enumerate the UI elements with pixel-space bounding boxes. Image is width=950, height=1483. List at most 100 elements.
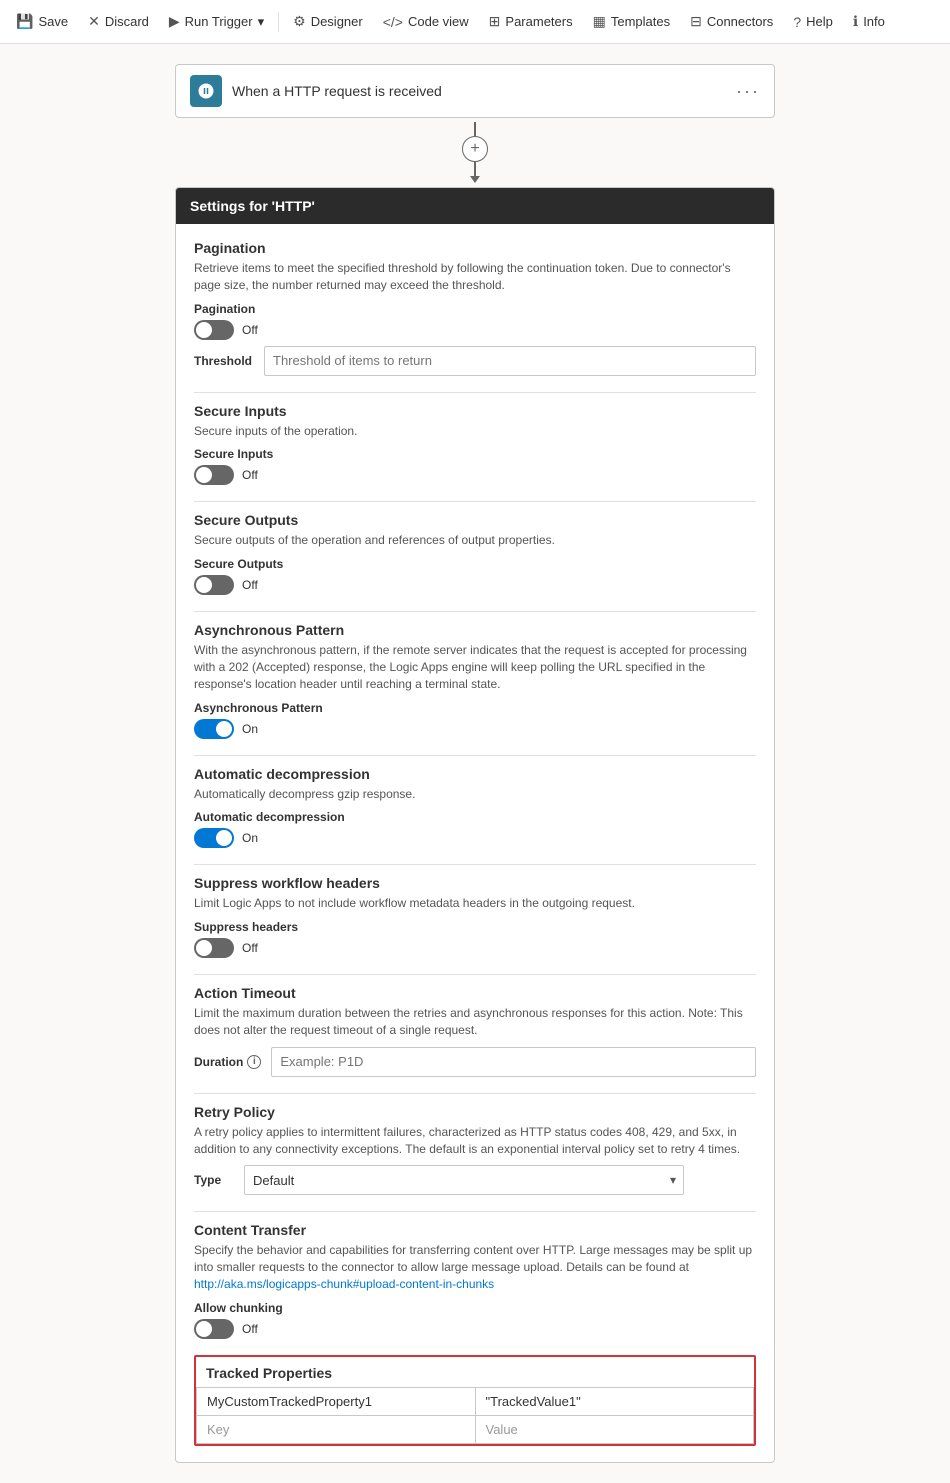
- secure-outputs-toggle[interactable]: [194, 575, 234, 595]
- suppress-headers-toggle-label: Off: [242, 941, 258, 955]
- secure-inputs-toggle[interactable]: [194, 465, 234, 485]
- pagination-toggle[interactable]: [194, 320, 234, 340]
- tracked-row1-key[interactable]: MyCustomTrackedProperty1: [197, 1387, 476, 1415]
- run-trigger-label: Run Trigger: [185, 14, 253, 29]
- secure-inputs-field-label: Secure Inputs: [194, 447, 756, 461]
- info-label: Info: [863, 14, 885, 29]
- run-icon: ▶: [169, 13, 180, 30]
- suppress-headers-toggle-row: Off: [194, 938, 756, 958]
- tracked-properties-table: MyCustomTrackedProperty1 "TrackedValue1"…: [196, 1387, 754, 1444]
- trigger-title: When a HTTP request is received: [232, 83, 736, 99]
- duration-input[interactable]: [271, 1047, 756, 1077]
- tracked-row2-value[interactable]: Value: [475, 1415, 754, 1443]
- trigger-more-button[interactable]: ···: [736, 81, 760, 102]
- run-trigger-button[interactable]: ▶ Run Trigger ▾: [161, 9, 272, 34]
- divider-timeout: [194, 1093, 756, 1094]
- content-transfer-link[interactable]: http://aka.ms/logicapps-chunk#upload-con…: [194, 1277, 494, 1291]
- content-transfer-desc-text: Specify the behavior and capabilities fo…: [194, 1243, 752, 1274]
- secure-outputs-field-label: Secure Outputs: [194, 557, 756, 571]
- pagination-toggle-knob: [196, 322, 212, 338]
- settings-panel: Settings for 'HTTP' Pagination Retrieve …: [175, 187, 775, 1463]
- templates-button[interactable]: ▦ Templates: [585, 9, 678, 34]
- tracked-row2-key[interactable]: Key: [197, 1415, 476, 1443]
- threshold-row: Threshold: [194, 346, 756, 376]
- connectors-button[interactable]: ⊟ Connectors: [682, 9, 781, 34]
- discard-button[interactable]: ✕ Discard: [80, 9, 157, 34]
- divider-suppress: [194, 974, 756, 975]
- pagination-title: Pagination: [194, 240, 756, 256]
- connectors-icon: ⊟: [690, 13, 702, 30]
- allow-chunking-toggle-label: Off: [242, 1322, 258, 1336]
- save-button[interactable]: 💾 Save: [8, 9, 76, 34]
- divider-secure-outputs: [194, 611, 756, 612]
- auto-decompress-toggle[interactable]: [194, 828, 234, 848]
- tracked-row-2: Key Value: [197, 1415, 754, 1443]
- parameters-icon: ⊞: [489, 13, 501, 30]
- templates-icon: ▦: [593, 13, 606, 30]
- content-transfer-title: Content Transfer: [194, 1222, 756, 1238]
- duration-text: Duration: [194, 1055, 243, 1069]
- code-view-button[interactable]: </> Code view: [375, 10, 477, 34]
- pagination-toggle-row: Off: [194, 320, 756, 340]
- auto-decompress-toggle-knob: [216, 830, 232, 846]
- discard-label: Discard: [105, 14, 149, 29]
- allow-chunking-toggle-row: Off: [194, 1319, 756, 1339]
- help-label: Help: [806, 14, 833, 29]
- divider-secure-inputs: [194, 501, 756, 502]
- line-bottom: [474, 162, 476, 176]
- line-top: [474, 122, 476, 136]
- auto-decompress-toggle-label: On: [242, 831, 258, 845]
- retry-type-select-wrap: Default None Exponential Interval Fixed …: [244, 1165, 684, 1195]
- divider-decompress: [194, 864, 756, 865]
- secure-outputs-toggle-label: Off: [242, 578, 258, 592]
- canvas: When a HTTP request is received ··· + Se…: [0, 44, 950, 1483]
- allow-chunking-label: Allow chunking: [194, 1301, 756, 1315]
- tracked-properties-title: Tracked Properties: [196, 1357, 754, 1387]
- threshold-input[interactable]: [264, 346, 756, 376]
- secure-outputs-desc: Secure outputs of the operation and refe…: [194, 532, 756, 549]
- retry-type-select[interactable]: Default None Exponential Interval Fixed …: [244, 1165, 684, 1195]
- tracked-row1-value[interactable]: "TrackedValue1": [475, 1387, 754, 1415]
- action-timeout-desc: Limit the maximum duration between the r…: [194, 1005, 756, 1039]
- divider-1: [278, 12, 279, 32]
- secure-inputs-section: Secure Inputs Secure inputs of the opera…: [194, 403, 756, 486]
- designer-button[interactable]: ⚙ Designer: [285, 9, 371, 34]
- allow-chunking-toggle[interactable]: [194, 1319, 234, 1339]
- pagination-desc: Retrieve items to meet the specified thr…: [194, 260, 756, 294]
- connectors-label: Connectors: [707, 14, 773, 29]
- secure-outputs-toggle-knob: [196, 577, 212, 593]
- http-icon: [197, 82, 215, 100]
- duration-label: Duration i: [194, 1055, 261, 1069]
- auto-decompress-field-label: Automatic decompression: [194, 810, 756, 824]
- info-icon: ℹ: [853, 13, 858, 30]
- pagination-toggle-label: Off: [242, 323, 258, 337]
- retry-policy-section: Retry Policy A retry policy applies to i…: [194, 1104, 756, 1196]
- duration-row: Duration i: [194, 1047, 756, 1077]
- help-button[interactable]: ? Help: [785, 10, 841, 34]
- action-timeout-section: Action Timeout Limit the maximum duratio…: [194, 985, 756, 1077]
- suppress-headers-toggle[interactable]: [194, 938, 234, 958]
- secure-outputs-toggle-row: Off: [194, 575, 756, 595]
- auto-decompress-section: Automatic decompression Automatically de…: [194, 766, 756, 849]
- trigger-card[interactable]: When a HTTP request is received ···: [175, 64, 775, 118]
- retry-policy-desc: A retry policy applies to intermittent f…: [194, 1124, 756, 1158]
- toolbar: 💾 Save ✕ Discard ▶ Run Trigger ▾ ⚙ Desig…: [0, 0, 950, 44]
- duration-info-icon[interactable]: i: [247, 1055, 261, 1069]
- arrow-down-icon: [470, 176, 480, 183]
- discard-icon: ✕: [88, 13, 100, 30]
- tracked-properties-section: Tracked Properties MyCustomTrackedProper…: [194, 1355, 756, 1446]
- add-step-button[interactable]: +: [462, 136, 488, 162]
- secure-inputs-toggle-knob: [196, 467, 212, 483]
- async-pattern-toggle[interactable]: [194, 719, 234, 739]
- async-pattern-desc: With the asynchronous pattern, if the re…: [194, 642, 756, 692]
- info-button[interactable]: ℹ Info: [845, 9, 893, 34]
- help-icon: ?: [793, 14, 801, 30]
- suppress-headers-section: Suppress workflow headers Limit Logic Ap…: [194, 875, 756, 958]
- auto-decompress-title: Automatic decompression: [194, 766, 756, 782]
- parameters-button[interactable]: ⊞ Parameters: [481, 9, 581, 34]
- async-pattern-toggle-label: On: [242, 722, 258, 736]
- parameters-label: Parameters: [505, 14, 572, 29]
- async-pattern-toggle-row: On: [194, 719, 756, 739]
- settings-header-title: Settings for 'HTTP': [190, 198, 315, 214]
- settings-header: Settings for 'HTTP': [176, 188, 774, 224]
